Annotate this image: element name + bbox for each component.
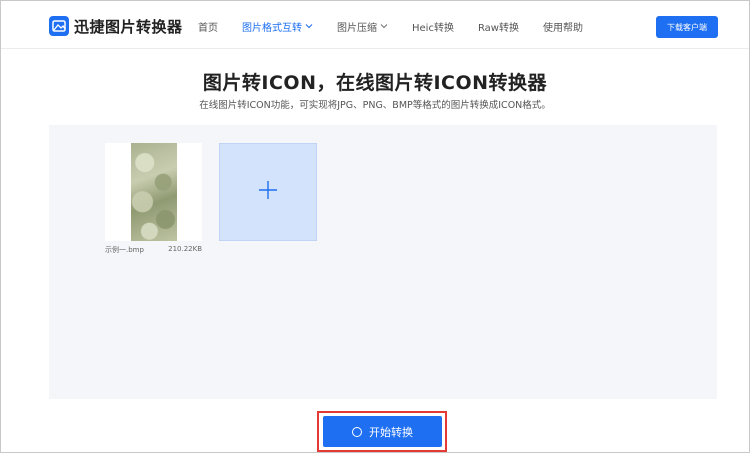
nav-item-heic[interactable]: Heic转换 [412,19,454,34]
add-file-button[interactable] [219,143,317,241]
logo-image-icon [49,16,69,36]
nav-item-format-convert[interactable]: 图片格式互转 [242,19,313,34]
file-size: 210.22KB [168,245,202,253]
page-subtitle: 在线图片转ICON功能，可实现将JPG、PNG、BMP等格式的图片转换成ICON… [199,100,551,111]
nav-item-home[interactable]: 首页 [198,19,218,34]
download-client-button[interactable]: 下载客户端 [656,16,718,38]
file-meta: 示例一.bmp 210.22KB [105,245,202,255]
nav-item-label: 图片格式互转 [242,23,302,34]
nav-item-label: 图片压缩 [337,23,377,34]
top-header: 迅捷图片转换器 首页 图片格式互转 图片压缩 Heic转换 Raw转换 使用帮助… [1,1,749,49]
nav-item-raw[interactable]: Raw转换 [478,19,519,34]
nav-item-label: Heic转换 [412,23,454,34]
file-card[interactable] [105,143,202,241]
upload-area[interactable]: 示例一.bmp 210.22KB [49,125,717,399]
nav-item-label: 首页 [198,23,218,34]
main-nav: 首页 图片格式互转 图片压缩 Heic转换 Raw转换 使用帮助 [198,19,607,34]
file-thumbnail [131,143,177,241]
nav-item-label: 使用帮助 [543,23,583,34]
nav-item-label: Raw转换 [477,23,519,34]
file-name: 示例一.bmp [105,246,144,254]
logo-text: 迅捷图片转换器 [74,17,183,36]
start-convert-label: 开始转换 [369,425,413,439]
page-title: 图片转ICON，在线图片转ICON转换器 [202,72,548,94]
circle-icon [352,426,362,437]
chevron-down-icon [305,21,313,32]
plus-icon [257,179,279,205]
logo[interactable]: 迅捷图片转换器 [49,15,183,37]
start-convert-button[interactable]: 开始转换 [323,416,442,447]
chevron-down-icon [380,21,388,32]
nav-item-help[interactable]: 使用帮助 [543,19,583,34]
nav-item-compress[interactable]: 图片压缩 [337,19,388,34]
